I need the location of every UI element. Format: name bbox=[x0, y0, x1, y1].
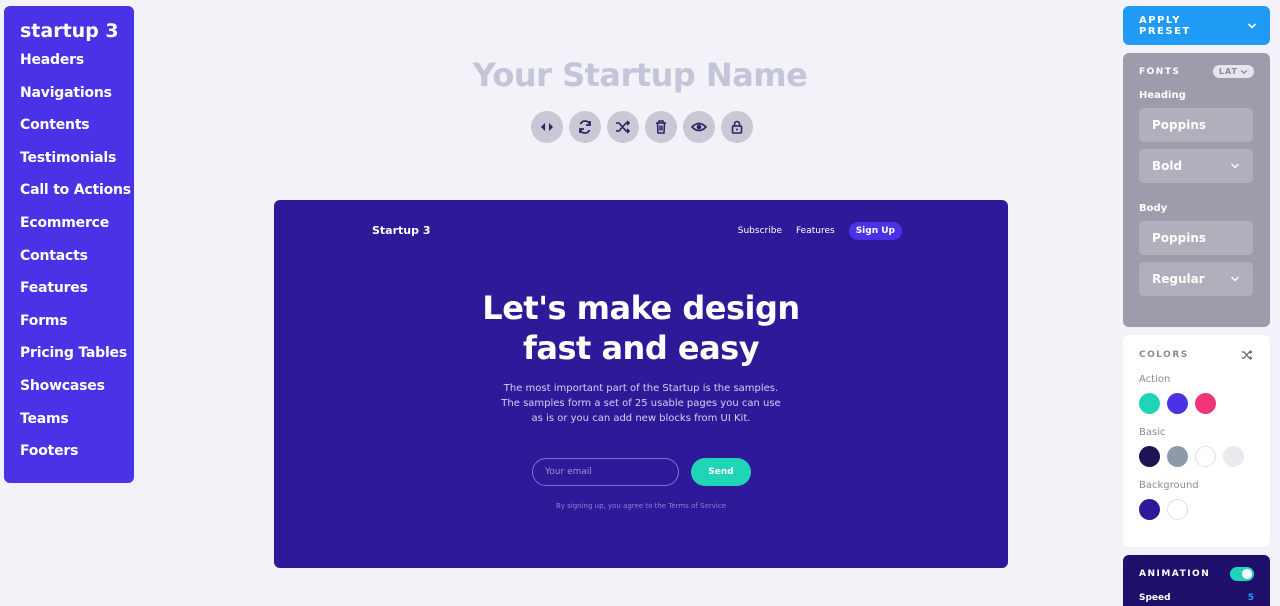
animation-toggle[interactable] bbox=[1230, 567, 1254, 581]
chevron-down-icon bbox=[1231, 163, 1239, 169]
sidebar-item-pricing-tables[interactable]: Pricing Tables bbox=[20, 344, 134, 377]
sidebar: startup 3 Headers Navigations Contents T… bbox=[4, 6, 134, 483]
basic-color-swatch[interactable] bbox=[1139, 446, 1160, 467]
colors-panel-title: COLORS bbox=[1139, 350, 1189, 360]
sidebar-item-contacts[interactable]: Contacts bbox=[20, 247, 134, 280]
heading-font-label: Heading bbox=[1139, 90, 1186, 101]
sidebar-brand[interactable]: startup 3 bbox=[20, 20, 134, 42]
lock-button[interactable] bbox=[721, 111, 753, 143]
swap-icon bbox=[541, 123, 553, 131]
heading-font-value: Poppins bbox=[1152, 118, 1207, 132]
block-preview[interactable]: Startup 3 Subscribe Features Sign Up Let… bbox=[274, 200, 1008, 568]
sidebar-item-ecommerce[interactable]: Ecommerce bbox=[20, 214, 134, 247]
block-toolbar bbox=[531, 111, 753, 143]
action-color-swatch[interactable] bbox=[1139, 393, 1160, 414]
action-swatches bbox=[1139, 393, 1254, 414]
preview-nav-features[interactable]: Features bbox=[796, 226, 835, 236]
swap-button[interactable] bbox=[531, 111, 563, 143]
refresh-icon bbox=[579, 120, 591, 134]
sidebar-item-navigations[interactable]: Navigations bbox=[20, 84, 134, 117]
chevron-down-icon bbox=[1240, 69, 1248, 74]
preview-subtext-line: The most important part of the Startup i… bbox=[503, 383, 779, 394]
heading-weight-select[interactable]: Bold bbox=[1139, 149, 1253, 183]
background-color-swatch[interactable] bbox=[1167, 499, 1188, 520]
animation-panel-title: ANIMATION bbox=[1139, 569, 1211, 579]
basic-colors-label: Basic bbox=[1139, 427, 1166, 438]
shuffle-icon[interactable] bbox=[1240, 349, 1254, 361]
body-weight-select[interactable]: Regular bbox=[1139, 262, 1253, 296]
preview-signup-form: Send bbox=[532, 458, 751, 486]
chevron-down-icon bbox=[1231, 276, 1239, 282]
preview-subtext: The most important part of the Startup i… bbox=[491, 381, 791, 426]
apply-preset-button[interactable]: APPLY PRESET bbox=[1123, 6, 1270, 45]
language-select-value: LAT bbox=[1218, 67, 1238, 76]
shuffle-button[interactable] bbox=[607, 111, 639, 143]
speed-label: Speed bbox=[1139, 593, 1171, 603]
action-color-swatch[interactable] bbox=[1195, 393, 1216, 414]
eye-icon bbox=[691, 122, 707, 132]
preview-logo[interactable]: Startup 3 bbox=[372, 224, 430, 237]
sidebar-item-contents[interactable]: Contents bbox=[20, 116, 134, 149]
preview-send-button[interactable]: Send bbox=[691, 458, 751, 486]
refresh-button[interactable] bbox=[569, 111, 601, 143]
heading-font-select[interactable]: Poppins bbox=[1139, 108, 1253, 142]
chevron-down-icon bbox=[1235, 21, 1270, 31]
sidebar-item-forms[interactable]: Forms bbox=[20, 312, 134, 345]
fonts-panel-title: FONTS bbox=[1139, 66, 1181, 77]
fonts-panel: FONTS LAT Heading Poppins Bold Body Popp… bbox=[1123, 53, 1270, 327]
preview-subtext-line: The samples form a set of 25 usable page… bbox=[501, 398, 781, 409]
background-swatches bbox=[1139, 499, 1254, 520]
body-font-value: Poppins bbox=[1152, 231, 1207, 245]
speed-value[interactable]: 5 bbox=[1248, 593, 1254, 603]
body-font-select[interactable]: Poppins bbox=[1139, 221, 1253, 255]
preview-hero-heading: Let's make design fast and easy bbox=[274, 288, 1008, 368]
background-color-swatch[interactable] bbox=[1139, 499, 1160, 520]
preview-signup-button[interactable]: Sign Up bbox=[848, 222, 902, 240]
animation-panel: ANIMATION Speed 5 bbox=[1123, 555, 1270, 606]
sidebar-item-headers[interactable]: Headers bbox=[20, 51, 134, 84]
trash-icon bbox=[656, 120, 666, 134]
action-color-swatch[interactable] bbox=[1167, 393, 1188, 414]
apply-preset-label: APPLY PRESET bbox=[1139, 14, 1191, 37]
preview-button[interactable] bbox=[683, 111, 715, 143]
background-colors-label: Background bbox=[1139, 480, 1199, 491]
sidebar-item-call-to-actions[interactable]: Call to Actions bbox=[20, 181, 134, 214]
delete-button[interactable] bbox=[645, 111, 677, 143]
sidebar-item-teams[interactable]: Teams bbox=[20, 410, 134, 443]
heading-weight-value: Bold bbox=[1152, 159, 1183, 173]
sidebar-item-showcases[interactable]: Showcases bbox=[20, 377, 134, 410]
shuffle-icon bbox=[616, 120, 631, 134]
basic-color-swatch[interactable] bbox=[1167, 446, 1188, 467]
sidebar-item-features[interactable]: Features bbox=[20, 279, 134, 312]
body-font-label: Body bbox=[1139, 203, 1168, 214]
preview-terms-text: By signing up, you agree to the Terms of… bbox=[555, 502, 727, 510]
body-weight-value: Regular bbox=[1152, 272, 1205, 286]
project-title-input[interactable]: Your Startup Name bbox=[400, 56, 880, 94]
preview-nav: Subscribe Features Sign Up bbox=[738, 222, 902, 240]
sidebar-item-footers[interactable]: Footers bbox=[20, 442, 134, 475]
action-colors-label: Action bbox=[1139, 374, 1171, 385]
lock-icon bbox=[731, 120, 743, 134]
preview-hero-line: fast and easy bbox=[522, 329, 760, 367]
sidebar-item-testimonials[interactable]: Testimonials bbox=[20, 149, 134, 182]
preview-nav-subscribe[interactable]: Subscribe bbox=[738, 226, 782, 236]
basic-color-swatch[interactable] bbox=[1195, 446, 1216, 467]
colors-panel: COLORS Action Basic Background bbox=[1123, 335, 1270, 547]
preview-subtext-line: as is or you can add new blocks from UI … bbox=[531, 413, 751, 424]
basic-swatches bbox=[1139, 446, 1254, 467]
language-select[interactable]: LAT bbox=[1212, 65, 1254, 78]
basic-color-swatch[interactable] bbox=[1223, 446, 1244, 467]
preview-email-input[interactable] bbox=[532, 458, 679, 486]
preview-hero-line: Let's make design bbox=[482, 289, 800, 327]
